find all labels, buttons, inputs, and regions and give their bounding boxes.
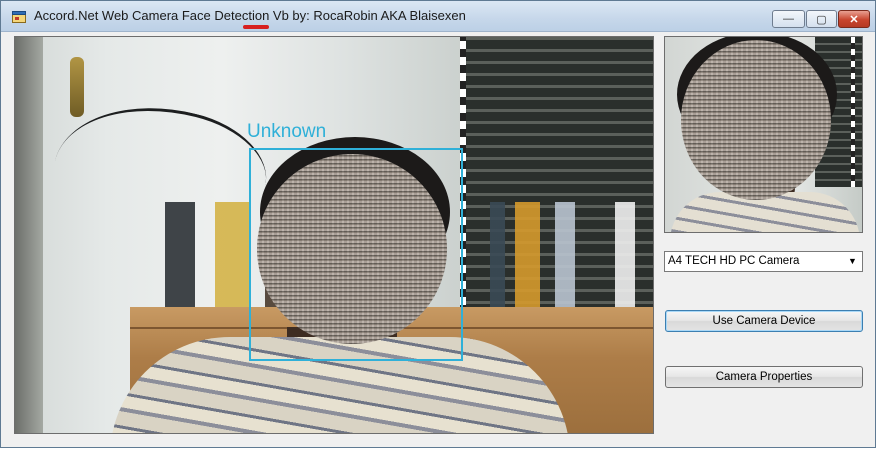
face-thumbnail xyxy=(664,36,863,233)
app-window-icon[interactable] xyxy=(12,10,26,23)
face-detection-box xyxy=(249,148,463,361)
maximize-button[interactable]: ▢ xyxy=(806,10,837,28)
camera-device-selected-value: A4 TECH HD PC Camera xyxy=(668,255,800,267)
scene-door-frame xyxy=(15,37,43,433)
thumb-window-edge xyxy=(851,37,855,187)
chevron-down-icon[interactable]: ▼ xyxy=(844,253,861,270)
minimize-button[interactable]: — xyxy=(772,10,805,28)
camera-device-select[interactable]: A4 TECH HD PC Camera ▼ xyxy=(664,251,863,272)
face-blur-thumb xyxy=(681,40,831,200)
spellcheck-underline xyxy=(243,25,269,29)
use-camera-device-button[interactable]: Use Camera Device xyxy=(665,310,863,332)
close-button[interactable]: ✕ xyxy=(838,10,870,28)
scene-hook xyxy=(70,57,84,117)
camera-feed-main: Unknown xyxy=(14,36,654,434)
app-window: Accord.Net Web Camera Face Detection Vb … xyxy=(0,0,876,448)
camera-properties-button[interactable]: Camera Properties xyxy=(665,366,863,388)
title-bar[interactable]: Accord.Net Web Camera Face Detection Vb … xyxy=(1,1,875,32)
face-detection-label: Unknown xyxy=(247,121,327,142)
window-title: Accord.Net Web Camera Face Detection Vb … xyxy=(34,8,466,23)
